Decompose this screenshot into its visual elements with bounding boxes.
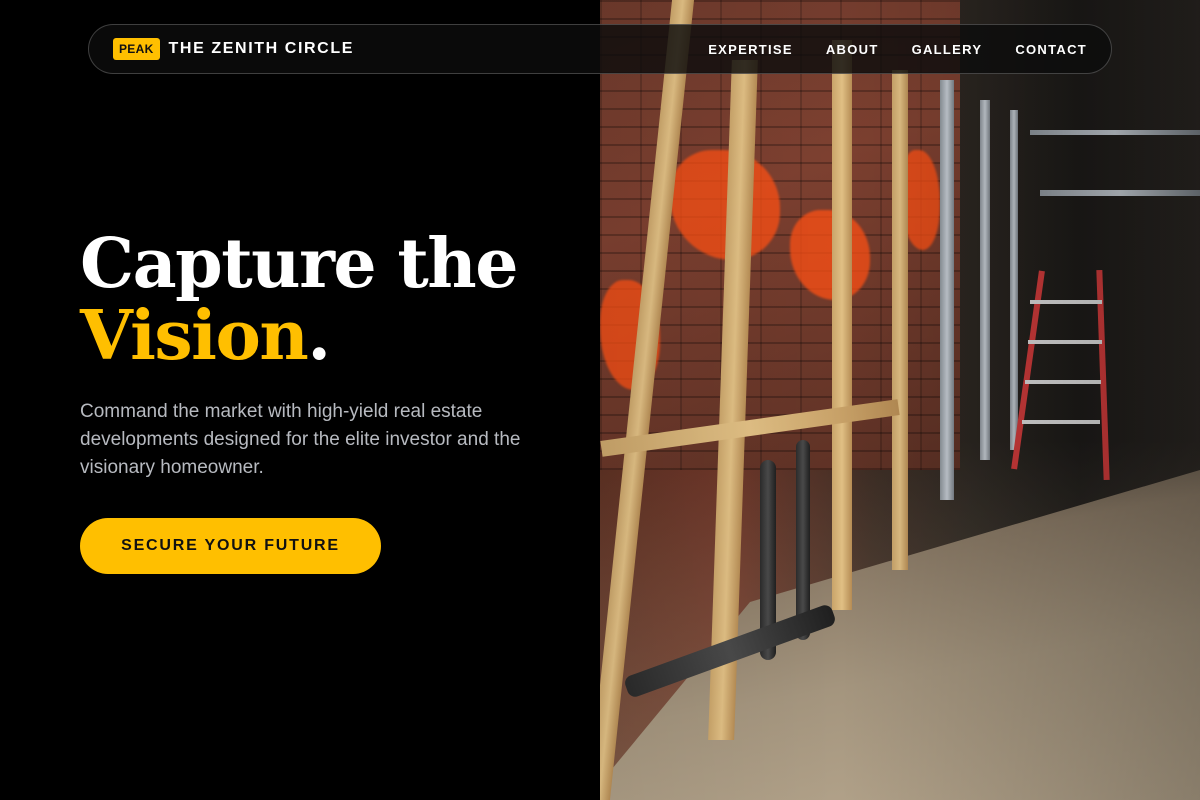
nav-link-about[interactable]: ABOUT bbox=[826, 42, 879, 57]
hero-headline: Capture the Vision. bbox=[80, 228, 580, 372]
secure-your-future-button[interactable]: SECURE YOUR FUTURE bbox=[80, 518, 381, 574]
photo-shading bbox=[600, 0, 1200, 800]
nav-link-gallery[interactable]: GALLERY bbox=[912, 42, 983, 57]
top-navbar: PEAK THE ZENITH CIRCLE EXPERTISE ABOUT G… bbox=[88, 24, 1112, 74]
headline-line-1: Capture the bbox=[80, 224, 518, 304]
hero-section: Capture the Vision. Command the market w… bbox=[80, 228, 580, 482]
brand-logo[interactable]: PEAK THE ZENITH CIRCLE bbox=[113, 38, 354, 60]
headline-period: . bbox=[307, 296, 331, 376]
nav-link-expertise[interactable]: EXPERTISE bbox=[708, 42, 793, 57]
hero-construction-photo bbox=[600, 0, 1200, 800]
headline-accent-word: Vision bbox=[80, 296, 309, 376]
nav-links: EXPERTISE ABOUT GALLERY CONTACT bbox=[708, 42, 1087, 57]
brand-name: THE ZENITH CIRCLE bbox=[168, 40, 354, 57]
nav-link-contact[interactable]: CONTACT bbox=[1015, 42, 1087, 57]
brand-badge: PEAK bbox=[113, 38, 160, 60]
hero-subtext: Command the market with high-yield real … bbox=[80, 401, 521, 478]
